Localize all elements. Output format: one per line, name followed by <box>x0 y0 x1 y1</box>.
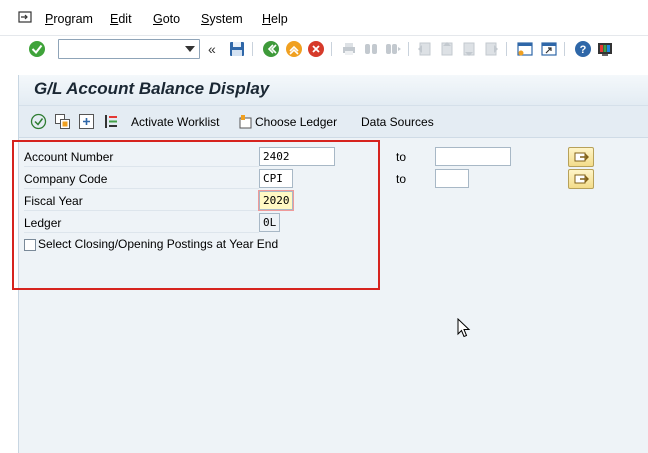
toolbar-separator <box>564 42 565 56</box>
create-session-icon[interactable] <box>516 40 534 58</box>
toolbar-separator <box>331 42 332 56</box>
mouse-pointer-icon <box>457 318 471 338</box>
find-icon <box>365 44 377 54</box>
standard-toolbar: « ? <box>0 36 648 64</box>
data-sources-button[interactable]: Data Sources <box>361 115 434 129</box>
account-number-to-input[interactable] <box>435 147 511 166</box>
get-variant-icon[interactable] <box>54 113 71 130</box>
print-icon <box>343 43 355 55</box>
system-menu-icon[interactable] <box>18 11 32 23</box>
save-icon[interactable] <box>228 40 246 58</box>
last-page-icon <box>485 42 498 56</box>
menu-edit[interactable]: Edit <box>110 12 132 26</box>
enter-check-icon[interactable] <box>28 40 46 58</box>
application-toolbar: Activate Worklist Choose Ledger Data Sou… <box>19 106 648 138</box>
account-number-multiple-selection-button[interactable] <box>568 147 594 167</box>
toolbar-separator <box>506 42 507 56</box>
choose-ledger-button[interactable]: Choose Ledger <box>255 115 337 129</box>
menu-help[interactable]: Help <box>262 12 288 26</box>
next-page-icon <box>463 42 475 56</box>
menu-system[interactable]: System <box>201 12 243 26</box>
menu-goto[interactable]: Goto <box>153 12 180 26</box>
cancel-icon[interactable] <box>307 40 325 58</box>
help-icon[interactable]: ? <box>574 40 592 58</box>
chevron-down-icon[interactable] <box>185 46 195 52</box>
choose-ledger-icon[interactable] <box>237 113 254 130</box>
dynamic-selections-icon[interactable] <box>78 113 95 130</box>
back-icon[interactable] <box>262 40 280 58</box>
title-bar: G/L Account Balance Display <box>19 75 648 106</box>
find-next-icon <box>386 44 401 54</box>
account-number-to-label: to <box>396 150 407 164</box>
company-code-to-label: to <box>396 172 407 186</box>
company-code-multiple-selection-button[interactable] <box>568 169 594 189</box>
arrow-right-icon <box>574 152 589 162</box>
customize-layout-icon[interactable] <box>596 40 614 58</box>
arrow-right-icon <box>574 174 589 184</box>
company-code-to-input[interactable] <box>435 169 469 188</box>
first-page-icon <box>418 42 431 56</box>
page-title: G/L Account Balance Display <box>34 79 270 98</box>
svg-text:?: ? <box>580 44 587 56</box>
command-field[interactable] <box>58 39 200 59</box>
exit-icon[interactable] <box>285 40 303 58</box>
activate-worklist-button[interactable]: Activate Worklist <box>131 115 219 129</box>
generate-shortcut-icon[interactable] <box>540 40 558 58</box>
execute-icon[interactable] <box>30 113 47 130</box>
menu-program[interactable]: Program <box>45 12 93 26</box>
toolbar-separator <box>252 42 253 56</box>
highlight-box <box>12 140 380 290</box>
collapse-command-icon[interactable]: « <box>208 41 216 57</box>
menu-bar: Program Edit Goto System Help <box>0 0 648 36</box>
toolbar-separator <box>408 42 409 56</box>
selection-options-icon[interactable] <box>102 113 119 130</box>
previous-page-icon <box>441 42 453 56</box>
